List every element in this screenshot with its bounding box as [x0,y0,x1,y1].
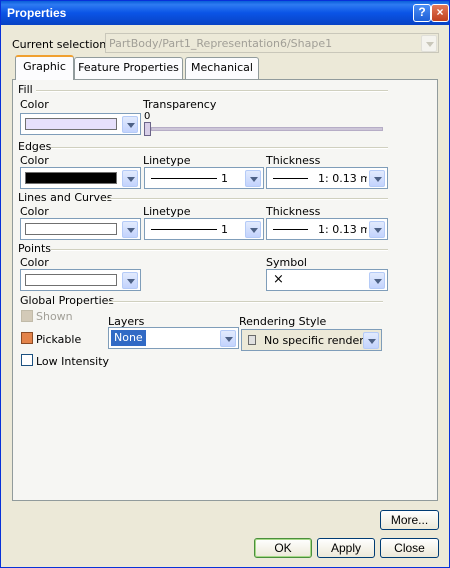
global-properties-group-title: Global Properties [20,294,115,307]
symbol-combo[interactable]: × [266,269,388,291]
chevron-down-icon[interactable] [220,330,236,347]
transparency-slider-track[interactable] [151,127,383,131]
line-sample [273,229,308,230]
lines-thickness-value: 1: 0.13 mm [318,223,367,236]
divider [108,301,383,303]
properties-dialog: Properties ? × Current selection : PartB… [0,0,450,568]
edges-color-swatch [25,172,117,184]
edges-color-label: Color [20,154,49,167]
chevron-down-icon[interactable] [245,170,261,187]
edges-thickness-label: Thickness [266,154,321,167]
transparency-label: Transparency [143,98,217,111]
chevron-down-icon[interactable] [122,116,138,133]
close-icon[interactable]: × [431,4,449,22]
fill-color-combo[interactable] [20,113,141,135]
current-selection-label: Current selection : [12,38,114,51]
edges-group-title: Edges [18,140,52,153]
rendering-style-value: No specific rendering [264,334,364,347]
tab-feature-properties[interactable]: Feature Properties [74,57,183,79]
edges-thickness-combo[interactable]: 1: 0.13 mm [266,167,388,189]
chevron-down-icon[interactable] [363,332,379,349]
rendering-style-label: Rendering Style [239,315,327,328]
low-intensity-label: Low Intensity [36,355,110,368]
fill-color-label: Color [20,98,49,111]
points-color-combo[interactable] [20,269,141,291]
chevron-down-icon[interactable] [369,272,385,289]
low-intensity-checkbox[interactable] [21,354,33,366]
chevron-down-icon[interactable] [122,170,138,187]
lines-color-swatch [25,223,117,235]
edges-linetype-combo[interactable]: 1 [144,167,264,189]
shown-checkbox[interactable] [21,310,33,322]
help-icon[interactable]: ? [413,4,431,22]
edges-linetype-label: Linetype [143,154,191,167]
line-sample [273,178,308,179]
chevron-down-icon[interactable] [369,170,385,187]
chevron-down-icon[interactable] [122,221,138,238]
tab-mechanical[interactable]: Mechanical [185,57,259,79]
layers-value: None [111,330,146,346]
pickable-label: Pickable [36,333,82,346]
divider [103,198,388,200]
symbol-value: × [273,272,284,287]
chevron-down-icon[interactable] [122,272,138,289]
rendering-style-combo[interactable]: No specific rendering [241,329,382,351]
divider [51,147,388,149]
fill-color-swatch [25,118,117,130]
rendering-style-icon [248,335,256,345]
transparency-value: 0 [144,111,151,122]
dialog-title: Properties [7,6,67,20]
chevron-down-icon [421,35,437,52]
line-sample [151,229,217,230]
lines-linetype-combo[interactable]: 1 [144,218,264,240]
line-sample [151,178,217,179]
divider [36,90,388,92]
edges-linetype-value: 1 [221,172,228,185]
edges-color-combo[interactable] [20,167,141,189]
chevron-down-icon[interactable] [245,221,261,238]
divider [51,249,388,251]
lines-thickness-combo[interactable]: 1: 0.13 mm [266,218,388,240]
tab-graphic[interactable]: Graphic [15,55,74,80]
close-button[interactable]: Close [380,538,439,558]
lines-thickness-label: Thickness [266,205,321,218]
shown-label: Shown [36,310,73,323]
more-button[interactable]: More... [380,510,439,530]
lines-linetype-value: 1 [221,223,228,236]
chevron-down-icon[interactable] [369,221,385,238]
lines-curves-group-title: Lines and Curves [18,191,113,204]
symbol-label: Symbol [266,256,307,269]
ok-button[interactable]: OK [254,538,312,558]
current-selection-combo: PartBody/Part1_Representation6/Shape1 [105,33,439,53]
title-bar[interactable]: Properties ? × [1,1,449,25]
layers-combo[interactable]: None [108,327,239,349]
lines-color-combo[interactable] [20,218,141,240]
pickable-checkbox[interactable] [21,332,33,344]
points-color-swatch [25,274,117,286]
lines-linetype-label: Linetype [143,205,191,218]
points-color-label: Color [20,256,49,269]
edges-thickness-value: 1: 0.13 mm [318,172,367,185]
lines-color-label: Color [20,205,49,218]
current-selection-value: PartBody/Part1_Representation6/Shape1 [109,37,333,50]
fill-group-title: Fill [18,83,33,96]
transparency-slider-thumb[interactable] [144,122,151,136]
apply-button[interactable]: Apply [317,538,375,558]
points-group-title: Points [18,242,52,255]
